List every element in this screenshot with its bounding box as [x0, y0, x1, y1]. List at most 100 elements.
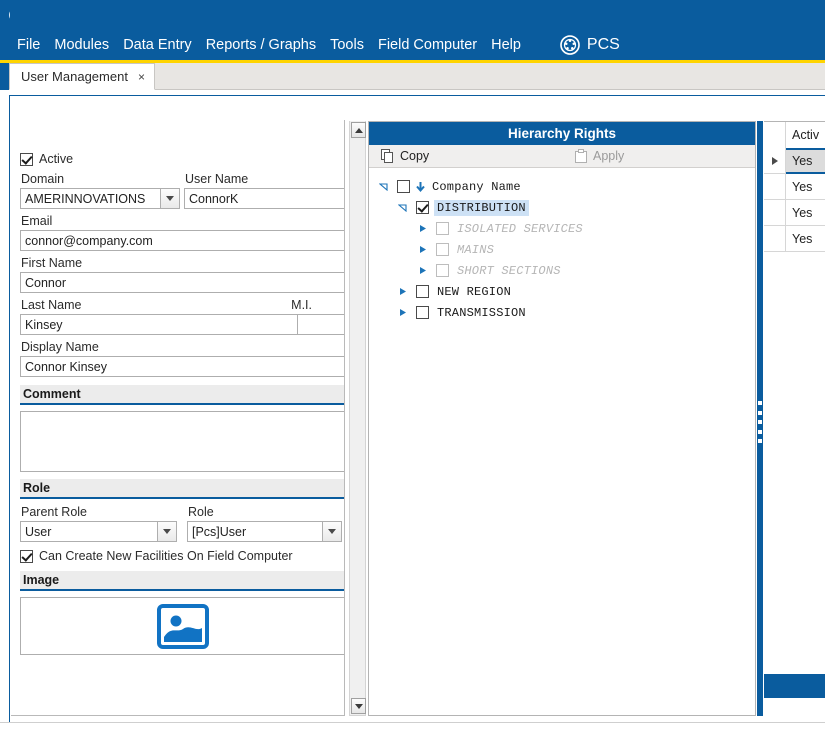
chevron-down-icon[interactable] — [322, 522, 341, 541]
can-create-facilities-checkbox[interactable] — [20, 549, 33, 563]
middle-initial-label: M.I. — [291, 298, 312, 312]
tab-user-management[interactable]: User Management × — [9, 63, 155, 90]
tree-node-label: NEW REGION — [437, 284, 512, 299]
user-detail-form: Active Domain AMERINNOVATIONS User Name … — [20, 120, 344, 655]
menu-item-tools[interactable]: Tools — [323, 35, 371, 55]
menu-item-file[interactable]: File — [10, 35, 47, 55]
grid-column-header-active[interactable]: Activ — [786, 122, 825, 148]
email-field[interactable]: connor@company.com — [20, 230, 344, 251]
parent-role-value: User — [25, 524, 52, 539]
last-name-input[interactable]: Kinsey — [20, 314, 298, 335]
image-section-header: Image — [20, 571, 344, 591]
middle-initial-input[interactable] — [298, 314, 344, 335]
active-checkbox[interactable] — [20, 152, 33, 166]
form-vertical-scrollbar[interactable] — [349, 121, 366, 716]
grid-bottom-bar — [764, 674, 825, 698]
tree-node[interactable]: TRANSMISSION — [377, 302, 755, 323]
grid-cell-active[interactable]: Yes — [786, 200, 825, 226]
hierarchy-toolbar: Copy Apply — [369, 145, 755, 168]
down-arrow-icon — [415, 181, 426, 193]
window-bottom-edge — [0, 722, 825, 736]
tab-strip-left-edge — [0, 63, 9, 90]
active-checkbox-row[interactable]: Active — [20, 152, 344, 166]
grid-header-indicator — [764, 122, 786, 148]
tree-node-label: MAINS — [457, 242, 495, 257]
scroll-up-button[interactable] — [351, 122, 366, 138]
first-name-label: First Name — [21, 256, 83, 270]
tree-node[interactable]: NEW REGION — [377, 281, 755, 302]
expander-collapsed-icon[interactable] — [416, 224, 429, 233]
user-name-input[interactable]: ConnorK — [184, 188, 344, 209]
role-section-header: Role — [20, 479, 344, 499]
tree-node[interactable]: ISOLATED SERVICES — [377, 218, 755, 239]
menu-item-reports-graphs[interactable]: Reports / Graphs — [199, 35, 323, 55]
tree-node-checkbox[interactable] — [436, 264, 449, 277]
row-indicator — [764, 174, 786, 200]
tree-node-checkbox[interactable] — [397, 180, 410, 193]
image-placeholder-icon — [157, 603, 209, 649]
user-list-grid: Activ Yes Yes Yes Yes — [764, 121, 825, 716]
tree-node-checkbox[interactable] — [416, 285, 429, 298]
role-select[interactable]: [Pcs]User — [187, 521, 342, 542]
apply-button[interactable]: Apply — [569, 146, 630, 167]
display-name-label: Display Name — [21, 340, 99, 354]
scroll-down-button[interactable] — [351, 698, 366, 714]
table-row[interactable]: Yes — [764, 148, 825, 174]
close-icon[interactable]: × — [138, 71, 145, 83]
chevron-down-icon[interactable] — [160, 189, 179, 208]
copy-icon — [381, 149, 393, 163]
menu-item-help[interactable]: Help — [484, 35, 528, 55]
row-indicator — [764, 200, 786, 226]
panel-splitter[interactable] — [757, 121, 763, 716]
tree-node-label: TRANSMISSION — [437, 305, 526, 320]
expander-collapsed-icon[interactable] — [416, 266, 429, 275]
user-image-box[interactable] — [20, 597, 344, 655]
table-row[interactable]: Yes — [764, 174, 825, 200]
menu-item-data-entry[interactable]: Data Entry — [116, 35, 199, 55]
expander-collapsed-icon[interactable] — [396, 308, 409, 317]
domain-label: Domain — [21, 172, 65, 186]
splitter-grip[interactable] — [758, 401, 762, 443]
last-name-label: Last Name — [21, 298, 82, 312]
can-create-facilities-checkbox-row[interactable]: Can Create New Facilities On Field Compu… — [20, 549, 344, 563]
can-create-facilities-label: Can Create New Facilities On Field Compu… — [39, 549, 293, 563]
grid-cell-active[interactable]: Yes — [786, 174, 825, 200]
user-detail-form-panel: Active Domain AMERINNOVATIONS User Name … — [11, 120, 345, 716]
chevron-down-icon[interactable] — [157, 522, 176, 541]
comment-textarea[interactable] — [20, 411, 344, 472]
tree-node-checkbox[interactable] — [436, 222, 449, 235]
tree-node-label: ISOLATED SERVICES — [457, 221, 583, 236]
copy-button[interactable]: Copy — [375, 146, 435, 167]
menu-bar: File Modules Data Entry Reports / Graphs… — [0, 29, 825, 60]
table-row[interactable]: Yes — [764, 200, 825, 226]
role-label: Role — [188, 505, 214, 519]
table-row[interactable]: Yes — [764, 226, 825, 252]
parent-role-select[interactable]: User — [20, 521, 177, 542]
grid-cell-active[interactable]: Yes — [786, 148, 825, 174]
expander-expanded-icon[interactable] — [396, 203, 409, 212]
tree-node[interactable]: Company Name — [377, 176, 755, 197]
domain-select[interactable]: AMERINNOVATIONS — [20, 188, 180, 209]
menu-item-field-computer[interactable]: Field Computer — [371, 35, 484, 55]
tree-node-checkbox[interactable] — [416, 306, 429, 319]
pcs-circle-logo-icon — [560, 34, 580, 55]
tree-node-label: DISTRIBUTION — [434, 199, 529, 216]
tree-node[interactable]: MAINS — [377, 239, 755, 260]
tree-node-checkbox[interactable] — [416, 201, 429, 214]
first-name-input[interactable]: Connor — [20, 272, 344, 293]
menu-item-modules[interactable]: Modules — [47, 35, 116, 55]
tree-node-label: Company Name — [432, 179, 521, 194]
active-checkbox-label: Active — [39, 152, 74, 166]
display-name-input[interactable]: Connor Kinsey — [20, 356, 344, 377]
apply-button-label: Apply — [593, 149, 625, 163]
grid-cell-active[interactable]: Yes — [786, 226, 825, 252]
expander-collapsed-icon[interactable] — [416, 245, 429, 254]
tree-node-checkbox[interactable] — [436, 243, 449, 256]
tree-node[interactable]: DISTRIBUTION — [377, 197, 755, 218]
tree-node[interactable]: SHORT SECTIONS — [377, 260, 755, 281]
menu-brand[interactable]: PCS — [560, 34, 620, 55]
expander-collapsed-icon[interactable] — [396, 287, 409, 296]
expander-expanded-icon[interactable] — [377, 182, 390, 191]
panel-top-band — [10, 6, 825, 27]
menu-brand-label: PCS — [586, 35, 620, 53]
